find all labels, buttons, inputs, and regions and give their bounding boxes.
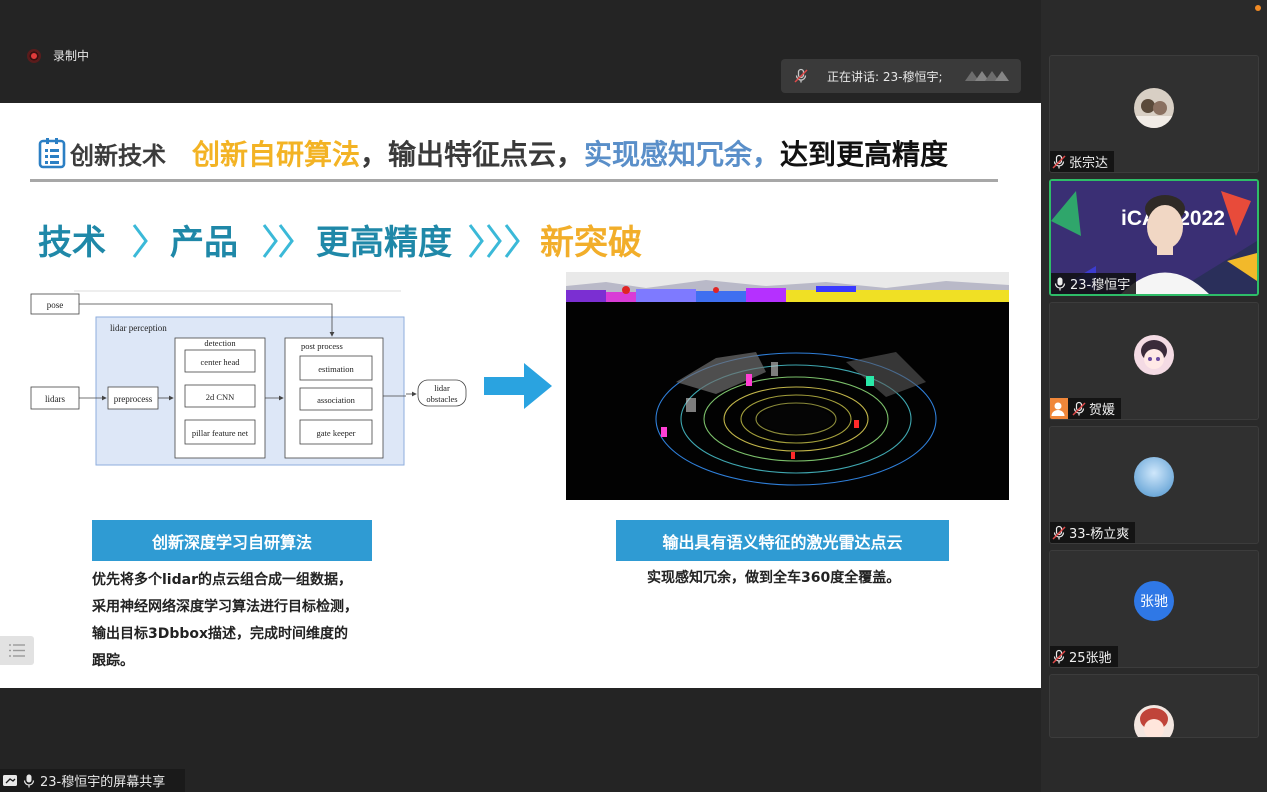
participant-name-tag: 贺媛	[1050, 398, 1122, 419]
preprocess-node: preprocess	[114, 394, 153, 404]
recording-label: 录制中	[53, 49, 90, 63]
title-part-1: 创新自研算法	[192, 138, 361, 171]
muted-mic-icon	[794, 68, 808, 83]
detection-item: center head	[201, 357, 241, 367]
avatar	[1134, 705, 1174, 737]
lidars-node: lidars	[45, 394, 65, 404]
avatar	[1134, 335, 1174, 375]
muted-mic-icon	[1052, 154, 1066, 169]
chevron-right-icon	[132, 224, 148, 258]
mic-icon	[23, 774, 35, 787]
lidar-pipeline-diagram: lidar perception pose lidars preprocess …	[30, 290, 406, 466]
detection-label: detection	[204, 338, 236, 348]
active-speaker-bar: 正在讲话: 23-穆恒宇;	[781, 59, 1021, 93]
point-cloud-scan	[566, 302, 1009, 500]
banner-algorithm: 创新深度学习自研算法	[92, 520, 372, 561]
point-cloud-description: 实现感知冗余，做到全车360度全覆盖。	[647, 570, 901, 586]
desc-line: 优先将多个lidar的点云组合成一组数据，	[92, 572, 352, 588]
participant-name: 25张驰	[1069, 651, 1112, 666]
title-main: 创新技术	[70, 141, 166, 170]
avatar	[1134, 457, 1174, 497]
step-breakthrough: 新突破	[540, 223, 642, 263]
mic-icon	[1054, 277, 1066, 290]
notification-dot	[1255, 5, 1261, 11]
output-line-2: obstacles	[426, 394, 457, 404]
participant-name: 贺媛	[1089, 403, 1116, 418]
step-tech: 技术	[38, 223, 106, 263]
post-process-label: post process	[301, 341, 343, 351]
group-label: lidar perception	[110, 323, 167, 333]
list-icon	[9, 644, 25, 657]
algorithm-description: 优先将多个lidar的点云组合成一组数据， 采用神经网络深度学习算法进行目标检测…	[92, 567, 392, 675]
detection-item: 2d CNN	[206, 392, 235, 402]
participant-name-tag: 23-穆恒宇	[1051, 273, 1137, 294]
participant-name-tag: 张宗达	[1050, 151, 1115, 172]
host-icon	[1050, 398, 1068, 419]
pose-node: pose	[47, 300, 64, 310]
muted-mic-icon	[1052, 525, 1066, 540]
checklist-icon	[38, 138, 66, 169]
post-item: gate keeper	[317, 428, 356, 438]
record-icon	[27, 48, 41, 63]
title-divider	[30, 179, 998, 182]
participant-name: 23-穆恒宇	[1070, 278, 1131, 293]
muted-mic-icon	[1072, 401, 1086, 416]
recording-indicator[interactable]: 录制中	[27, 47, 89, 64]
slide-title: 创新技术 创新自研算法，输出特征点云，实现感知冗余，达到更高精度	[38, 133, 948, 173]
post-item: association	[317, 395, 356, 405]
step-product: 产品	[170, 223, 238, 263]
screen-share-indicator[interactable]: 23-穆恒宇的屏幕共享	[0, 769, 185, 792]
lidar-point-cloud-image	[566, 272, 1009, 500]
participant-name: 33-杨立爽	[1069, 527, 1130, 542]
step-precision: 更高精度	[316, 223, 452, 263]
participant-tile[interactable]: 张宗达	[1049, 55, 1259, 173]
panel-bottom	[1041, 738, 1267, 792]
presentation-slide: 创新技术 创新自研算法，输出特征点云，实现感知冗余，达到更高精度 技术 产品 更…	[0, 103, 1041, 688]
triple-chevron-icon	[468, 224, 520, 258]
participant-tile[interactable]: 贺媛	[1049, 302, 1259, 420]
title-sub: 创新自研算法，输出特征点云，实现感知冗余，达到更高精度	[192, 133, 948, 173]
desc-line: 采用神经网络深度学习算法进行目标检测，	[92, 599, 358, 615]
output-line-1: lidar	[434, 383, 450, 393]
post-item: estimation	[318, 364, 354, 374]
slide-outline-button[interactable]	[0, 636, 34, 665]
logo-icon	[964, 71, 1009, 81]
title-part-2: ，输出特征点云，	[360, 138, 585, 171]
camera-strip-image	[566, 272, 1009, 302]
speaking-text: 正在讲话: 23-穆恒宇;	[827, 69, 943, 84]
desc-line: 跟踪。	[92, 653, 134, 669]
participant-tile[interactable]: 33-杨立爽	[1049, 426, 1259, 544]
participant-name: 张宗达	[1069, 156, 1109, 171]
desc-line: 输出目标3Dbbox描述，完成时间维度的	[92, 626, 349, 642]
detection-item: pillar feature net	[192, 428, 249, 438]
shared-screen-area: 录制中 正在讲话: 23-穆恒宇; 创新技术 创新自研算法，输出特征点云，实现感…	[0, 0, 1041, 792]
avatar	[1134, 88, 1174, 128]
participant-name-tag: 25张驰	[1050, 646, 1118, 667]
title-part-3: 实现感知冗余，	[584, 138, 781, 171]
participant-tile[interactable]: 张驰 25张驰	[1049, 550, 1259, 668]
participant-tile[interactable]	[1049, 674, 1259, 738]
output-node: lidar obstacles	[406, 379, 467, 407]
participant-name-tag: 33-杨立爽	[1050, 522, 1136, 543]
screen-share-icon	[3, 774, 17, 786]
banner-point-cloud: 输出具有语义特征的激光雷达点云	[616, 520, 949, 561]
muted-mic-icon	[1052, 649, 1066, 664]
meeting-window: 录制中 正在讲话: 23-穆恒宇; 创新技术 创新自研算法，输出特征点云，实现感…	[0, 0, 1267, 792]
title-part-4: 达到更高精度	[780, 138, 949, 171]
arrow-right-icon	[484, 363, 552, 409]
participant-tile-active[interactable]: iCAN 2022 23-穆恒宇	[1049, 179, 1259, 296]
avatar: 张驰	[1134, 581, 1174, 621]
share-label: 23-穆恒宇的屏幕共享	[40, 775, 166, 790]
double-chevron-icon	[262, 224, 294, 258]
